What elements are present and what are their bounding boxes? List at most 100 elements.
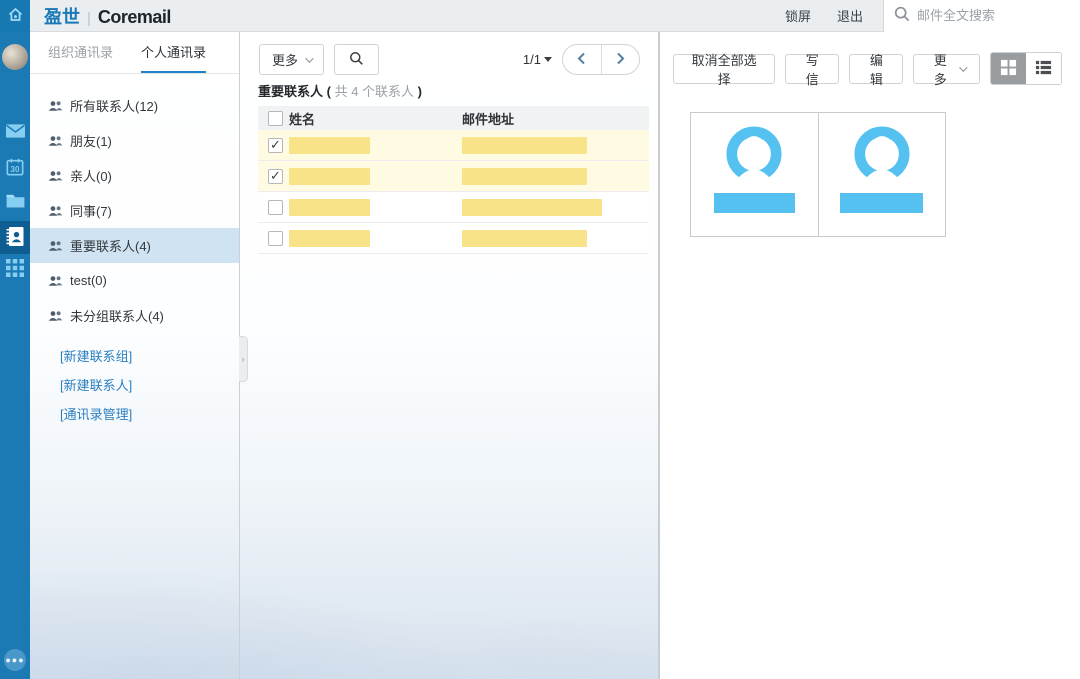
redacted-name [289, 199, 370, 216]
button-label: 取消全部选择 [688, 50, 760, 88]
people-icon [48, 240, 63, 252]
new-contact-link[interactable]: [新建联系人] [30, 370, 239, 399]
group-item-important[interactable]: 重要联系人(4) [30, 228, 239, 263]
redacted-card-name [840, 193, 923, 213]
lock-screen-link[interactable]: 锁屏 [785, 6, 811, 25]
avatar-placeholder-icon [853, 126, 911, 182]
page-indicator[interactable]: 1/1 [523, 52, 552, 67]
chevron-down-icon [305, 54, 313, 62]
quick-links: [新建联系组] [新建联系人] [通讯录管理] [30, 341, 239, 428]
table-row[interactable] [258, 223, 649, 254]
contact-card[interactable] [819, 113, 946, 236]
redacted-email [462, 230, 587, 247]
search-icon [894, 6, 910, 25]
chevron-right-icon: › [242, 354, 245, 364]
list-more-button[interactable]: 更多 [259, 44, 324, 75]
list-view-button[interactable] [1026, 53, 1061, 84]
detail-more-button[interactable]: 更多 [913, 54, 979, 84]
group-item-friends[interactable]: 朋友(1) [30, 123, 239, 158]
people-icon [48, 275, 63, 287]
folder-nav-button[interactable] [0, 193, 30, 211]
tab-personal-contacts[interactable]: 个人通讯录 [141, 32, 206, 73]
addressbook-tabs: 组织通讯录 个人通讯录 [30, 32, 239, 74]
grid-view-icon [1000, 59, 1017, 79]
tab-org-contacts[interactable]: 组织通讯录 [48, 32, 113, 73]
group-label: 重要联系人(4) [70, 236, 151, 255]
table-row[interactable] [258, 130, 649, 161]
people-icon [48, 135, 63, 147]
row-checkbox[interactable] [268, 138, 283, 153]
cancel-selection-button[interactable]: 取消全部选择 [673, 54, 775, 84]
view-toggle [990, 52, 1062, 85]
group-label: 所有联系人(12) [70, 96, 158, 115]
section-title-text: 重要联系人 ( [258, 84, 331, 99]
group-label: 朋友(1) [70, 131, 112, 150]
table-row[interactable] [258, 161, 649, 192]
contact-card[interactable] [691, 113, 819, 236]
people-icon [48, 205, 63, 217]
search-input[interactable] [917, 8, 1067, 23]
group-item-colleagues[interactable]: 同事(7) [30, 193, 239, 228]
group-item-ungrouped[interactable]: 未分组联系人(4) [30, 298, 239, 333]
select-all-checkbox[interactable] [268, 111, 283, 126]
chevron-left-icon [577, 52, 586, 68]
manage-addressbook-link[interactable]: [通讯录管理] [30, 399, 239, 428]
search-icon [349, 51, 364, 69]
group-item-family[interactable]: 亲人(0) [30, 158, 239, 193]
apps-nav-button[interactable] [0, 259, 30, 280]
tab-label: 组织通讯录 [48, 42, 113, 61]
next-page-button[interactable] [602, 45, 640, 74]
mail-nav-button[interactable] [0, 124, 30, 141]
row-checkbox[interactable] [268, 169, 283, 184]
compose-button[interactable]: 写信 [785, 54, 839, 84]
group-label: 亲人(0) [70, 166, 112, 185]
row-checkbox[interactable] [268, 231, 283, 246]
logout-link[interactable]: 退出 [837, 6, 863, 25]
contact-list-panel: 更多 1/1 重要联系人 ( [240, 32, 659, 679]
redacted-email [462, 199, 602, 216]
redacted-email [462, 168, 587, 185]
avatar-placeholder-icon [725, 126, 783, 182]
pager [562, 44, 640, 75]
column-header-name: 姓名 [289, 109, 462, 128]
list-view-icon [1035, 59, 1052, 79]
selected-contact-cards [690, 112, 946, 237]
app-rail: 30 ●●● [0, 0, 30, 679]
grid-view-button[interactable] [991, 53, 1026, 84]
list-section-title: 重要联系人 ( 共 4 个联系人 ) [258, 81, 422, 100]
button-label: 编辑 [864, 50, 888, 88]
global-search [883, 0, 1080, 32]
home-button[interactable] [0, 0, 30, 32]
detail-panel: 取消全部选择 写信 编辑 更多 [659, 32, 1080, 679]
user-avatar[interactable] [2, 44, 28, 70]
section-count: 共 4 个联系人 [335, 84, 414, 99]
column-header-email: 邮件地址 [462, 109, 649, 128]
sidebar-collapse-handle[interactable]: › [239, 336, 248, 382]
people-icon [48, 170, 63, 182]
contacts-icon [5, 226, 25, 250]
addressbook-sidebar: 组织通讯录 个人通讯录 所有联系人(12) 朋友(1) 亲人(0) 同事(7) [30, 32, 240, 679]
apps-grid-icon [6, 259, 24, 280]
prev-page-button[interactable] [563, 45, 602, 74]
contacts-nav-button[interactable] [0, 221, 30, 254]
folder-icon [6, 193, 25, 211]
calendar-icon: 30 [6, 158, 24, 179]
redacted-email [462, 137, 587, 154]
row-checkbox[interactable] [268, 200, 283, 215]
redacted-name [289, 230, 370, 247]
table-row[interactable] [258, 192, 649, 223]
caret-down-icon [544, 57, 552, 62]
contact-group-list: 所有联系人(12) 朋友(1) 亲人(0) 同事(7) 重要联系人(4) tes… [30, 88, 239, 333]
detail-toolbar: 取消全部选择 写信 编辑 更多 [673, 52, 1062, 85]
edit-button[interactable]: 编辑 [849, 54, 903, 84]
new-group-link[interactable]: [新建联系组] [30, 341, 239, 370]
group-label: 同事(7) [70, 201, 112, 220]
group-item-all[interactable]: 所有联系人(12) [30, 88, 239, 123]
logo-en: Coremail [98, 7, 171, 28]
list-search-button[interactable] [334, 44, 379, 75]
more-ellipsis-button[interactable]: ●●● [4, 649, 26, 671]
group-item-test[interactable]: test(0) [30, 263, 239, 298]
calendar-nav-button[interactable]: 30 [0, 158, 30, 179]
svg-text:30: 30 [11, 165, 20, 174]
button-label: 写信 [800, 50, 824, 88]
